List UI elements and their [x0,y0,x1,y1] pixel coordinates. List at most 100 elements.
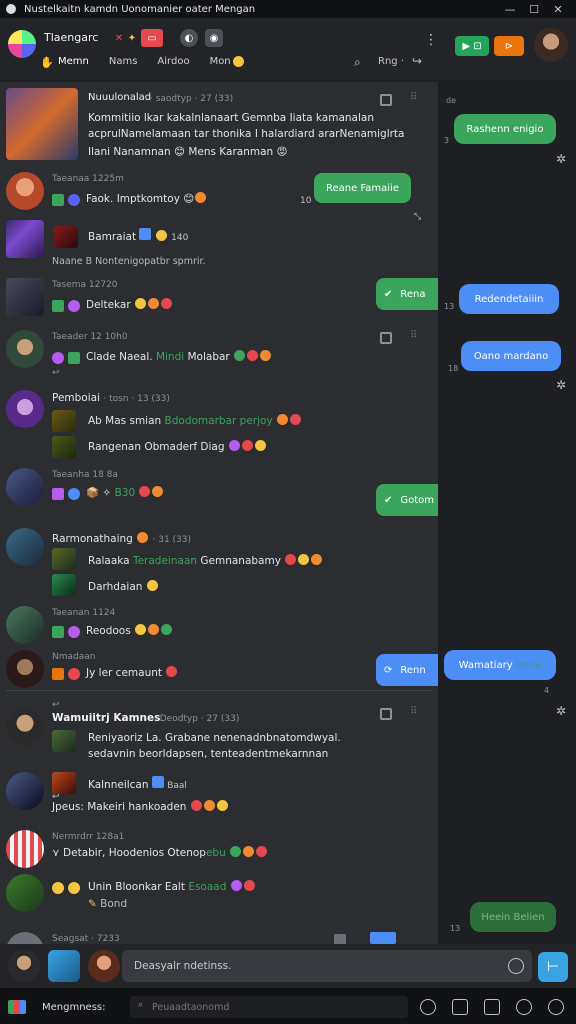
message-meta: Tasema 12720 [52,280,118,290]
expand-icon[interactable]: ⤡ [414,212,421,222]
emoji-icon [230,846,242,857]
message-list[interactable]: Nuuulonalad · saodtyp · 27 (33) ⠿ Kommit… [0,82,438,944]
avatar[interactable] [6,278,44,316]
send-button[interactable]: ⊢ [538,952,568,982]
emoji-icon [161,624,173,635]
message-author[interactable]: Wamuiitrj Kamnes [52,712,160,724]
panel-bubble-number: 18 [448,364,459,373]
message-meta: Taeanaa 1225m [52,174,124,184]
check-icon: ✔ [384,494,393,506]
grid-icon[interactable]: ⠿ [410,92,417,103]
avatar[interactable] [88,950,120,982]
app-icon[interactable] [48,950,80,982]
thumbnail-image[interactable] [52,548,76,570]
green-side-button[interactable]: ✔ Rena [376,278,438,310]
avatar[interactable] [8,950,40,982]
emoji-icon [234,350,246,361]
panel-bubble[interactable]: Rashenn enigio [454,114,556,144]
chat-bubble-icon[interactable]: ◐ [180,29,198,47]
tab-airdoo[interactable]: Airdoo [157,56,189,67]
panel-bubble[interactable]: Oano mardano [461,341,561,371]
header-tabs: ✋ Memn Nams Airdoo Mon [40,56,245,69]
header-right-label[interactable]: Rng · [378,56,404,67]
thumbnail-image[interactable] [52,730,76,752]
leaf-icon [68,352,80,364]
gem-icon [52,488,64,500]
green-action-button[interactable]: ▶ ⊡ [455,36,489,56]
edit-icon[interactable] [380,332,392,344]
camera-icon[interactable]: ◉ [205,29,223,47]
message-image-thumbnail[interactable] [6,88,78,160]
close-button[interactable]: ✕ [546,3,570,16]
panel-bubble[interactable]: Redendetaiiin [459,284,559,314]
avatar[interactable] [6,650,44,688]
panel-bubble[interactable]: Heein Belien [470,902,556,932]
green-side-button[interactable]: ✔ Gotom [376,484,438,516]
panel-bubble-number: 4 [544,686,550,695]
avatar[interactable] [6,874,44,912]
message-input[interactable] [122,950,532,982]
hand-icon: ✋ [40,56,54,69]
sparkle-icon[interactable]: ✲ [556,704,566,718]
clock-icon[interactable] [420,999,436,1015]
avatar[interactable] [6,606,44,644]
panel-bubble[interactable]: Wamatiary beria [444,650,556,680]
maximize-button[interactable]: ☐ [522,3,546,16]
minimize-button[interactable]: — [498,3,522,16]
avatar[interactable] [6,708,44,746]
share-icon[interactable]: ↪ [412,54,422,68]
blue-side-button[interactable]: ⟳ Renn [376,654,438,686]
tab-memn[interactable]: Memn [58,56,89,67]
tab-nams[interactable]: Nams [109,56,138,67]
avatar[interactable] [6,390,44,428]
message-text: Darhdaian [88,580,159,593]
emoji-icon [230,880,242,891]
settings-icon[interactable] [548,999,564,1015]
orange-action-button[interactable]: ⊳ [494,36,524,56]
avatar[interactable] [6,220,44,258]
shield-icon[interactable] [516,999,532,1015]
avatar[interactable] [6,528,44,566]
grid-icon[interactable]: ⠿ [410,706,417,717]
thumbnail-image[interactable] [52,772,76,794]
search-icon[interactable]: ⌕ [354,55,361,70]
edit-icon[interactable] [380,708,392,720]
mail-icon[interactable]: ▭ [141,29,163,47]
avatar[interactable] [6,468,44,506]
thumbnail-image[interactable] [52,410,76,432]
thumbnail-image[interactable] [54,226,78,248]
avatar[interactable] [6,330,44,368]
sparkle-icon[interactable]: ✲ [556,152,566,166]
app-logo-icon[interactable] [8,1000,26,1014]
thumbnail-image[interactable] [52,436,76,458]
emoji-icon [137,532,149,543]
grid-icon[interactable]: ⠿ [410,330,417,341]
message-author[interactable]: Nuuulonalad [88,92,151,103]
avatar[interactable] [6,830,44,868]
edit-icon[interactable] [380,94,392,106]
star-icon [52,882,64,894]
bookmark-icon[interactable] [452,999,468,1015]
emoji-icon [146,580,158,591]
document-icon[interactable] [484,999,500,1015]
user-avatar[interactable] [534,28,568,62]
reply-bubble-button[interactable]: Reane Famaiie [314,173,411,203]
emoji-icon [139,486,151,497]
emoji-icon [135,624,147,635]
avatar[interactable] [6,172,44,210]
avatar[interactable] [6,772,44,810]
plant-icon [52,194,64,206]
emoji-icon [298,554,310,565]
search-input[interactable] [130,996,408,1018]
channel-name[interactable]: Tlaengarc [44,31,98,44]
tab-mon[interactable]: Mon [210,56,231,67]
close-x-icon[interactable]: ✕ [112,29,126,47]
emoji-icon[interactable] [508,958,524,974]
server-logo-icon[interactable] [8,30,36,58]
more-menu-icon[interactable]: ⋮ [424,32,438,48]
avatar[interactable] [6,932,44,944]
thumbnail-image[interactable] [52,574,76,596]
reply-arrow-icon[interactable]: ↩ [52,368,60,378]
grid-icon[interactable] [334,934,346,944]
sparkle-icon[interactable]: ✲ [556,378,566,392]
